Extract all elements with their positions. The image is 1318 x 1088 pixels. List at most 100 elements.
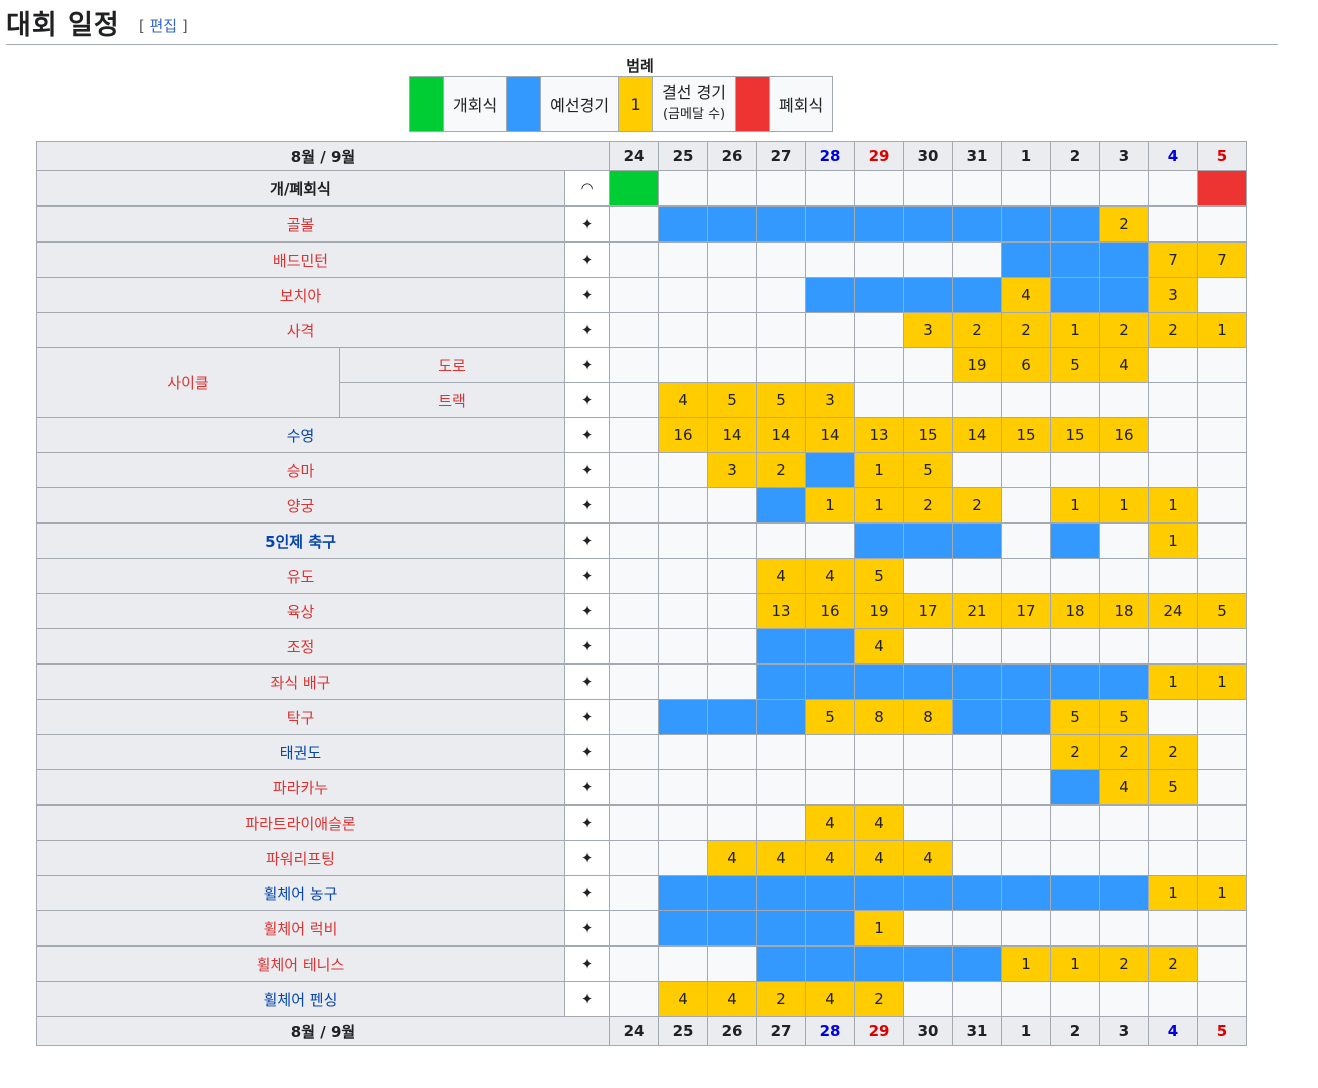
schedule-cell: 3 bbox=[707, 452, 757, 488]
schedule-cell bbox=[1148, 840, 1198, 876]
sport-name: 좌식 배구 bbox=[36, 663, 565, 700]
schedule-cell bbox=[1050, 875, 1100, 911]
schedule-cell bbox=[1050, 804, 1100, 841]
road-cycling-icon: ✦ bbox=[564, 347, 610, 383]
legend-table: 개회식 예선경기 1 결선 경기 (금메달 수) 폐회식 bbox=[409, 76, 834, 132]
schedule-cell bbox=[658, 945, 708, 982]
sport-name: 골볼 bbox=[36, 205, 565, 243]
schedule-cell bbox=[854, 205, 904, 243]
schedule-cell bbox=[1099, 382, 1149, 418]
schedule-cell bbox=[609, 347, 659, 383]
schedule-cell bbox=[707, 875, 757, 911]
schedule-cell bbox=[609, 558, 659, 594]
sport-name: 휠체어 럭비 bbox=[36, 910, 565, 947]
schedule-cell: 2 bbox=[903, 487, 953, 524]
boccia-icon: ✦ bbox=[564, 277, 610, 313]
ceremony-cell bbox=[1001, 170, 1051, 207]
schedule-cell bbox=[903, 804, 953, 841]
schedule-cell bbox=[854, 522, 904, 559]
edit-link[interactable]: 편집 bbox=[150, 17, 178, 35]
day-29: 29 bbox=[854, 141, 904, 171]
schedule-cell bbox=[1197, 840, 1247, 876]
schedule-cell bbox=[609, 910, 659, 947]
schedule-cell bbox=[707, 628, 757, 665]
schedule-cell bbox=[805, 628, 855, 665]
schedule-cell bbox=[1001, 699, 1051, 735]
day-4: 4 bbox=[1148, 141, 1198, 171]
sport-row: 배드민턴 ✦ 7 7 bbox=[36, 241, 1247, 278]
schedule-cell bbox=[658, 558, 708, 594]
schedule-cell bbox=[609, 312, 659, 348]
schedule-cell: 6 bbox=[1001, 347, 1051, 383]
schedule-cell bbox=[854, 312, 904, 348]
schedule-cell bbox=[658, 487, 708, 524]
schedule-cell: 5 bbox=[805, 699, 855, 735]
schedule-cell bbox=[756, 628, 806, 665]
schedule-cell bbox=[609, 840, 659, 876]
schedule-cell: 1 bbox=[1148, 663, 1198, 700]
schedule-cell bbox=[805, 875, 855, 911]
schedule-cell bbox=[609, 628, 659, 665]
sport-row: 파라카누 ✦ 4 5 bbox=[36, 769, 1247, 806]
schedule-cell bbox=[903, 769, 953, 806]
schedule-cell: 2 bbox=[1099, 734, 1149, 770]
schedule-cell: 5 bbox=[1148, 769, 1198, 806]
schedule-cell bbox=[707, 205, 757, 243]
schedule-cell bbox=[658, 522, 708, 559]
day-25: 25 bbox=[658, 141, 708, 171]
schedule-cell bbox=[609, 277, 659, 313]
schedule-cell bbox=[707, 277, 757, 313]
schedule-cell bbox=[1197, 945, 1247, 982]
schedule-cell bbox=[658, 734, 708, 770]
schedule-cell: 1 bbox=[1099, 487, 1149, 524]
schedule-cell bbox=[1001, 522, 1051, 559]
schedule-cell bbox=[903, 277, 953, 313]
schedule-cell bbox=[952, 875, 1002, 911]
day-31: 31 bbox=[952, 141, 1002, 171]
schedule-cell: 1 bbox=[805, 487, 855, 524]
schedule-cell bbox=[805, 241, 855, 278]
schedule-cell bbox=[707, 241, 757, 278]
schedule-cell bbox=[658, 875, 708, 911]
sport-row: 파라트라이애슬론 ✦ 4 4 bbox=[36, 804, 1247, 841]
schedule-cell: 21 bbox=[952, 593, 1002, 629]
schedule-cell bbox=[952, 663, 1002, 700]
schedule-cell: 2 bbox=[1148, 945, 1198, 982]
schedule-cell bbox=[609, 205, 659, 243]
schedule-cell bbox=[707, 910, 757, 947]
section-title: 대회 일정 bbox=[6, 10, 120, 41]
day-3: 3 bbox=[1099, 1016, 1149, 1046]
section-header: 대회 일정 [ 편집 ] bbox=[6, 8, 1278, 45]
day-26: 26 bbox=[707, 1016, 757, 1046]
legend-final-label: 결선 경기 (금메달 수) bbox=[652, 76, 737, 132]
sport-row: 휠체어 럭비 ✦ 1 bbox=[36, 910, 1247, 947]
wheelchair-rugby-icon: ✦ bbox=[564, 910, 610, 947]
day-5: 5 bbox=[1197, 141, 1247, 171]
archery-icon: ✦ bbox=[564, 487, 610, 524]
schedule-cell bbox=[1001, 875, 1051, 911]
schedule-cell: 18 bbox=[1050, 593, 1100, 629]
schedule-cell bbox=[707, 804, 757, 841]
schedule-cell bbox=[707, 734, 757, 770]
day-5: 5 bbox=[1197, 1016, 1247, 1046]
schedule-cell bbox=[1050, 628, 1100, 665]
schedule-cell bbox=[756, 734, 806, 770]
schedule-cell bbox=[1197, 769, 1247, 806]
schedule-cell bbox=[609, 699, 659, 735]
schedule-cell bbox=[854, 382, 904, 418]
schedule-header-row: 8월 / 9월 24 25 26 27 28 29 30 31 1 2 3 4 5 bbox=[36, 141, 1247, 171]
schedule-cell bbox=[707, 699, 757, 735]
ceremony-cell bbox=[1148, 170, 1198, 207]
schedule-cell bbox=[609, 417, 659, 453]
sport-row: 사격 ✦ 3 2 2 1 2 2 1 bbox=[36, 312, 1247, 348]
schedule-cell bbox=[1001, 910, 1051, 947]
schedule-cell bbox=[756, 945, 806, 982]
schedule-cell bbox=[658, 804, 708, 841]
schedule-cell: 2 bbox=[756, 452, 806, 488]
sport-row: 휠체어 펜싱 ✦ 4 4 2 4 2 bbox=[36, 981, 1247, 1017]
sitting-volleyball-icon: ✦ bbox=[564, 663, 610, 700]
schedule-cell bbox=[1197, 558, 1247, 594]
schedule-cell bbox=[1197, 277, 1247, 313]
schedule-cell bbox=[805, 945, 855, 982]
schedule-cell bbox=[854, 875, 904, 911]
